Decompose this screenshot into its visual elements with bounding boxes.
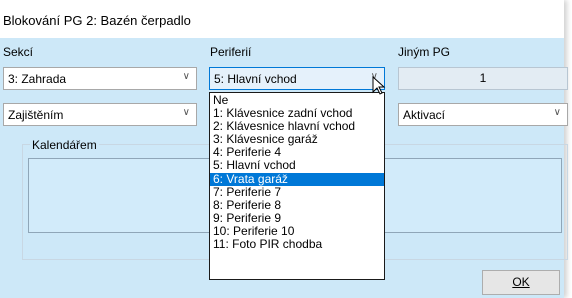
chevron-down-icon: ∨ xyxy=(182,71,190,82)
dropdown-option[interactable]: 7: Periferie 7 xyxy=(210,185,384,199)
periferie-dropdown-list[interactable]: Ne 1: Klávesnice zadní vchod 2: Klávesnice… xyxy=(209,92,385,280)
jiny-pg-value: 1 xyxy=(479,71,487,85)
label-jinym-pg: Jiným PG xyxy=(398,45,451,59)
ok-button-label: OK xyxy=(512,275,530,289)
mouse-pointer-icon xyxy=(372,76,386,95)
jiny-pg-field[interactable]: 1 xyxy=(398,67,568,90)
zajisteni-select[interactable]: Zajištěním ∨ xyxy=(3,103,197,126)
periferie-select-value: 5: Hlavní vchod xyxy=(214,72,297,86)
aktivaci-select[interactable]: Aktivací ∨ xyxy=(398,103,568,126)
window-title: Blokování PG 2: Bazén čerpadlo xyxy=(3,13,191,28)
sekce-select-value: 3: Zahrada xyxy=(8,72,67,86)
title-bar[interactable]: Blokování PG 2: Bazén čerpadlo xyxy=(0,0,564,38)
label-kalendarem: Kalendářem xyxy=(30,138,99,152)
chevron-down-icon: ∨ xyxy=(553,107,561,118)
dropdown-option[interactable]: 11: Foto PIR chodba xyxy=(210,237,384,251)
dropdown-option[interactable]: 6: Vrata garáž xyxy=(210,172,384,186)
dropdown-option[interactable]: 8: Periferie 8 xyxy=(210,198,384,212)
dialog-window: Blokování PG 2: Bazén čerpadlo Sekcí Per… xyxy=(0,0,568,298)
dropdown-option[interactable]: 5: Hlavní vchod xyxy=(210,159,384,172)
dropdown-option[interactable]: 9: Periferie 9 xyxy=(210,211,384,225)
dropdown-options: Ne 1: Klávesnice zadní vchod 2: Klávesnice… xyxy=(210,93,384,251)
periferie-select[interactable]: 5: Hlavní vchod ∨ xyxy=(209,67,385,90)
label-periferii: Periferií xyxy=(210,45,252,59)
aktivaci-select-value: Aktivací xyxy=(403,108,446,122)
sekce-select[interactable]: 3: Zahrada ∨ xyxy=(3,67,197,90)
chevron-down-icon: ∨ xyxy=(182,107,190,118)
ok-button[interactable]: OK xyxy=(482,270,560,295)
zajisteni-select-value: Zajištěním xyxy=(8,108,64,122)
label-sekci: Sekcí xyxy=(3,45,34,59)
